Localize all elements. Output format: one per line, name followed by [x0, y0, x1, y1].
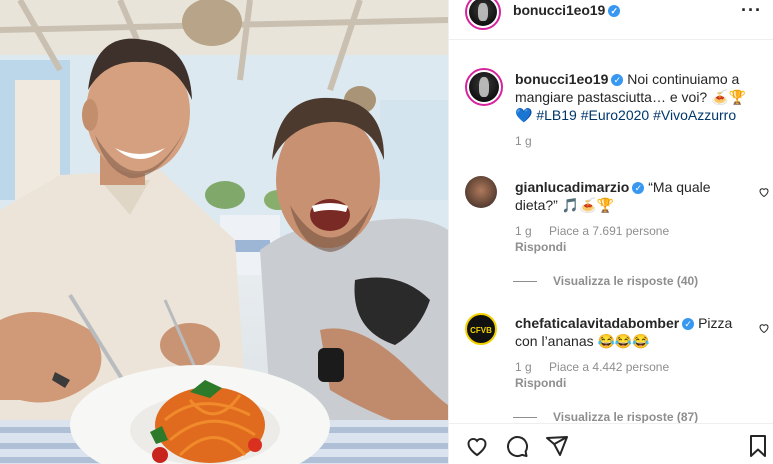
- verified-badge-icon: ✓: [608, 5, 621, 17]
- verified-badge-icon: ✓: [682, 318, 695, 330]
- post-actions-bar: [449, 423, 773, 464]
- reply-button[interactable]: Rispondi: [515, 240, 733, 254]
- comment-age[interactable]: 1 g: [515, 360, 532, 374]
- comment-username[interactable]: gianlucadimarzio: [515, 179, 629, 195]
- post-header: bonucci1eo19 ✓ ···: [449, 0, 773, 40]
- comment-icon[interactable]: [505, 434, 529, 458]
- comment-like-icon[interactable]: [758, 186, 770, 198]
- caption: bonucci1eo19 ✓ Noi continuiamo a mangiare…: [515, 70, 765, 148]
- post-sidebar: bonucci1eo19 ✓ ··· bonucci1eo19 ✓ Noi cont…: [448, 0, 773, 464]
- photo-illustration: [0, 0, 448, 464]
- hashtag-vivoazzurro[interactable]: #VivoAzzurro: [653, 107, 736, 123]
- like-icon[interactable]: [465, 434, 489, 458]
- author-username-text[interactable]: bonucci1eo19: [513, 2, 605, 18]
- comment-likes[interactable]: Piace a 7.691 persone: [549, 224, 669, 238]
- comment-like-icon[interactable]: [758, 322, 770, 334]
- view-replies-button[interactable]: Visualizza le risposte (40): [513, 274, 698, 288]
- hashtag-euro2020[interactable]: #Euro2020: [581, 107, 650, 123]
- caption-text-block: bonucci1eo19 ✓ Noi continuiamo a mangiare…: [515, 70, 765, 124]
- caption-heart-emoji: 💙: [515, 107, 533, 123]
- share-icon[interactable]: [545, 434, 569, 458]
- comment-age[interactable]: 1 g: [515, 224, 532, 238]
- author-username-header[interactable]: bonucci1eo19 ✓: [513, 2, 621, 18]
- comment-item: gianlucadimarzio ✓ “Ma quale dieta?” 🎵🍝🏆 …: [515, 178, 747, 254]
- caption-author-avatar[interactable]: [465, 68, 503, 106]
- comment-likes[interactable]: Piace a 4.442 persone: [549, 360, 669, 374]
- verified-badge-icon: ✓: [611, 74, 624, 86]
- save-icon[interactable]: [746, 434, 770, 458]
- comments-list: bonucci1eo19 ✓ Noi continuiamo a mangiare…: [449, 41, 773, 423]
- caption-meta: 1 g: [515, 134, 765, 148]
- caption-username[interactable]: bonucci1eo19: [515, 71, 608, 87]
- comment-meta: 1 g Piace a 4.442 persone Rispondi: [515, 360, 747, 390]
- caption-age[interactable]: 1 g: [515, 134, 532, 148]
- author-avatar[interactable]: [465, 0, 501, 30]
- comment-username[interactable]: chefaticalavitadabomber: [515, 315, 679, 331]
- post-photo[interactable]: [0, 0, 448, 464]
- commenter-avatar[interactable]: CFVB: [465, 313, 497, 345]
- hashtag-lb19[interactable]: #LB19: [536, 107, 576, 123]
- comment-item: chefaticalavitadabomber ✓ Pizza con l’ana…: [515, 314, 747, 390]
- view-replies-button[interactable]: Visualizza le risposte (87): [513, 410, 698, 423]
- reply-button[interactable]: Rispondi: [515, 376, 733, 390]
- more-options-icon[interactable]: ···: [741, 0, 762, 21]
- verified-badge-icon: ✓: [632, 182, 645, 194]
- commenter-avatar[interactable]: [465, 176, 497, 208]
- comment-meta: 1 g Piace a 7.691 persone Rispondi: [515, 224, 747, 254]
